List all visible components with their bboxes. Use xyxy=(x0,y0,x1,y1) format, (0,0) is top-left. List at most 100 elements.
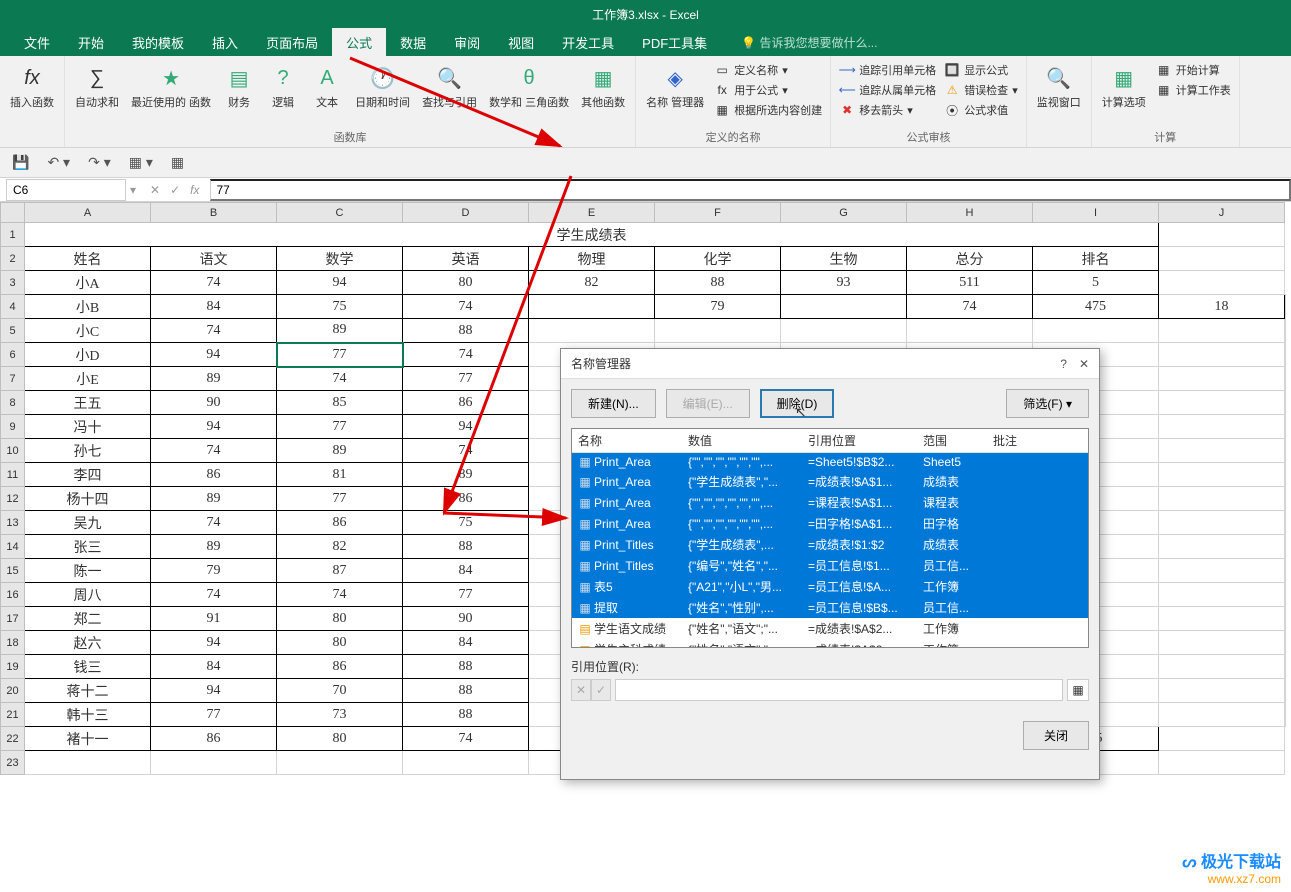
cell[interactable]: 94 xyxy=(151,343,277,367)
cell[interactable]: 李四 xyxy=(25,463,151,487)
cell[interactable] xyxy=(1159,511,1285,535)
row-header[interactable]: 1 xyxy=(1,223,25,247)
column-header[interactable]: F xyxy=(655,203,781,223)
name-row[interactable]: ▦Print_Area{"","","","","","",...=课程表!$A… xyxy=(572,492,1088,513)
cell[interactable] xyxy=(655,319,781,343)
cell[interactable]: 18 xyxy=(1159,295,1285,319)
cell[interactable] xyxy=(1159,415,1285,439)
cell[interactable]: 91 xyxy=(151,607,277,631)
row-header[interactable]: 19 xyxy=(1,655,25,679)
use-in-formula-button[interactable]: fx用于公式 ▾ xyxy=(714,82,822,98)
cell[interactable]: 89 xyxy=(151,535,277,559)
cell[interactable]: 74 xyxy=(907,295,1033,319)
error-check-button[interactable]: ⚠错误检查 ▾ xyxy=(944,82,1018,98)
cancel-icon[interactable]: ✕ xyxy=(150,183,160,197)
cell[interactable]: 86 xyxy=(151,727,277,751)
cell[interactable]: 韩十三 xyxy=(25,703,151,727)
cell[interactable]: 82 xyxy=(277,535,403,559)
cell[interactable] xyxy=(25,751,151,775)
column-header[interactable]: C xyxy=(277,203,403,223)
cell[interactable]: 86 xyxy=(277,511,403,535)
show-formulas-button[interactable]: 🔲显示公式 xyxy=(944,62,1018,78)
cell[interactable] xyxy=(1159,679,1285,703)
tab-file[interactable]: 文件 xyxy=(10,27,64,58)
name-row[interactable]: ▦提取{"姓名","性别",...=员工信息!$B$...员工信... xyxy=(572,597,1088,618)
row-header[interactable]: 12 xyxy=(1,487,25,511)
trace-precedents-button[interactable]: ⟶追踪引用单元格 xyxy=(839,62,936,78)
cell[interactable] xyxy=(1159,487,1285,511)
cell[interactable]: 74 xyxy=(151,583,277,607)
create-from-sel-button[interactable]: ▦根据所选内容创建 xyxy=(714,102,822,118)
redo-button[interactable]: ↷ ▾ xyxy=(88,154,111,171)
column-header[interactable]: A xyxy=(25,203,151,223)
cell[interactable]: 86 xyxy=(403,391,529,415)
row-header[interactable]: 13 xyxy=(1,511,25,535)
cell[interactable]: 王五 xyxy=(25,391,151,415)
tab-view[interactable]: 视图 xyxy=(494,27,548,58)
cell[interactable] xyxy=(1033,319,1159,343)
close-icon[interactable]: ✕ xyxy=(1079,357,1089,371)
column-header[interactable]: H xyxy=(907,203,1033,223)
cell[interactable]: 钱三 xyxy=(25,655,151,679)
cell[interactable]: 74 xyxy=(151,319,277,343)
cell[interactable] xyxy=(1159,463,1285,487)
cell[interactable]: 89 xyxy=(151,367,277,391)
row-header[interactable]: 7 xyxy=(1,367,25,391)
cell[interactable]: 74 xyxy=(151,439,277,463)
name-row[interactable]: ▤学生语文成绩{"姓名","语文";"...=成绩表!$A$2...工作簿 xyxy=(572,618,1088,639)
cell[interactable] xyxy=(907,319,1033,343)
cell[interactable]: 5 xyxy=(1033,271,1159,295)
cell[interactable]: 89 xyxy=(277,439,403,463)
cell[interactable]: 86 xyxy=(277,655,403,679)
cell[interactable]: 84 xyxy=(151,295,277,319)
cell[interactable] xyxy=(529,319,655,343)
cell[interactable]: 88 xyxy=(403,319,529,343)
row-header[interactable]: 4 xyxy=(1,295,25,319)
column-header[interactable]: E xyxy=(529,203,655,223)
row-header[interactable]: 8 xyxy=(1,391,25,415)
cell[interactable]: 70 xyxy=(277,679,403,703)
cell[interactable]: 511 xyxy=(907,271,1033,295)
cell[interactable]: 74 xyxy=(151,271,277,295)
name-manager-button[interactable]: ◈名称 管理器 xyxy=(640,60,710,112)
header-cell[interactable]: 姓名 xyxy=(25,247,151,271)
header-cell[interactable]: 物理 xyxy=(529,247,655,271)
name-row[interactable]: ▦Print_Area{"","","","","","",...=Sheet5… xyxy=(572,453,1088,472)
cell[interactable]: 88 xyxy=(655,271,781,295)
col-name[interactable]: 名称 xyxy=(572,429,682,453)
cell[interactable] xyxy=(1159,535,1285,559)
name-row[interactable]: ▦Print_Area{"","","","","","",...=田字格!$A… xyxy=(572,513,1088,534)
cell[interactable]: 87 xyxy=(277,559,403,583)
cell[interactable]: 94 xyxy=(277,271,403,295)
name-row[interactable]: ▦Print_Titles{"学生成绩表",...=成绩表!$1:$2成绩表 xyxy=(572,534,1088,555)
column-header[interactable]: G xyxy=(781,203,907,223)
header-cell[interactable]: 总分 xyxy=(907,247,1033,271)
logical-button[interactable]: ?逻辑 xyxy=(261,60,305,112)
cell[interactable]: 93 xyxy=(781,271,907,295)
cell[interactable]: 94 xyxy=(403,415,529,439)
remove-arrows-button[interactable]: ✖移去箭头 ▾ xyxy=(839,102,936,118)
cell[interactable]: 75 xyxy=(277,295,403,319)
cell[interactable]: 82 xyxy=(529,271,655,295)
cell[interactable]: 89 xyxy=(277,319,403,343)
row-header[interactable]: 2 xyxy=(1,247,25,271)
formula-input[interactable] xyxy=(210,179,1291,201)
tab-review[interactable]: 审阅 xyxy=(440,27,494,58)
cell[interactable]: 77 xyxy=(277,487,403,511)
cell[interactable] xyxy=(1159,391,1285,415)
cell[interactable] xyxy=(1159,583,1285,607)
header-cell[interactable]: 语文 xyxy=(151,247,277,271)
cell[interactable]: 90 xyxy=(151,391,277,415)
cell[interactable] xyxy=(1159,703,1285,727)
cell[interactable] xyxy=(1159,631,1285,655)
cell[interactable]: 81 xyxy=(277,463,403,487)
cell[interactable]: 74 xyxy=(151,511,277,535)
cell[interactable]: 小A xyxy=(25,271,151,295)
cell[interactable]: 杨十四 xyxy=(25,487,151,511)
row-header[interactable]: 20 xyxy=(1,679,25,703)
cell[interactable]: 74 xyxy=(277,367,403,391)
cell[interactable] xyxy=(151,751,277,775)
row-header[interactable]: 21 xyxy=(1,703,25,727)
cell[interactable] xyxy=(781,319,907,343)
cell[interactable]: 80 xyxy=(403,271,529,295)
